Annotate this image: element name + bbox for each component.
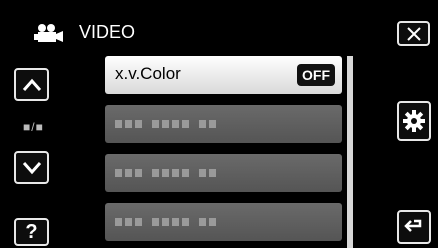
- off-badge: OFF: [297, 64, 335, 86]
- back-button[interactable]: [397, 210, 431, 244]
- page-indicator: ■/■: [23, 120, 44, 134]
- help-button[interactable]: ?: [14, 218, 49, 246]
- close-icon: [406, 26, 421, 41]
- menu-item-disabled: [105, 203, 342, 241]
- dimmed-label-placeholder: [115, 218, 216, 226]
- menu-item-disabled: [105, 105, 342, 143]
- dimmed-label-placeholder: [115, 169, 216, 177]
- gear-icon: [403, 110, 425, 132]
- menu-item-disabled: [105, 154, 342, 192]
- dimmed-label-placeholder: [115, 120, 216, 128]
- chevron-up-icon: [22, 78, 41, 91]
- scroll-down-button[interactable]: [14, 151, 49, 184]
- chevron-down-icon: [22, 161, 41, 174]
- help-label: ?: [25, 220, 38, 243]
- back-icon: [404, 219, 422, 232]
- video-camera-icon: [34, 24, 63, 42]
- close-button[interactable]: [397, 21, 430, 46]
- menu-item-xvcolor[interactable]: x.v.Color OFF: [105, 56, 342, 94]
- title-bar: VIDEO: [0, 0, 438, 48]
- page-title: VIDEO: [79, 22, 136, 42]
- scroll-up-button[interactable]: [14, 68, 49, 101]
- menu-item-label: x.v.Color: [115, 64, 181, 83]
- settings-button[interactable]: [397, 101, 431, 141]
- scrollbar[interactable]: [347, 56, 353, 248]
